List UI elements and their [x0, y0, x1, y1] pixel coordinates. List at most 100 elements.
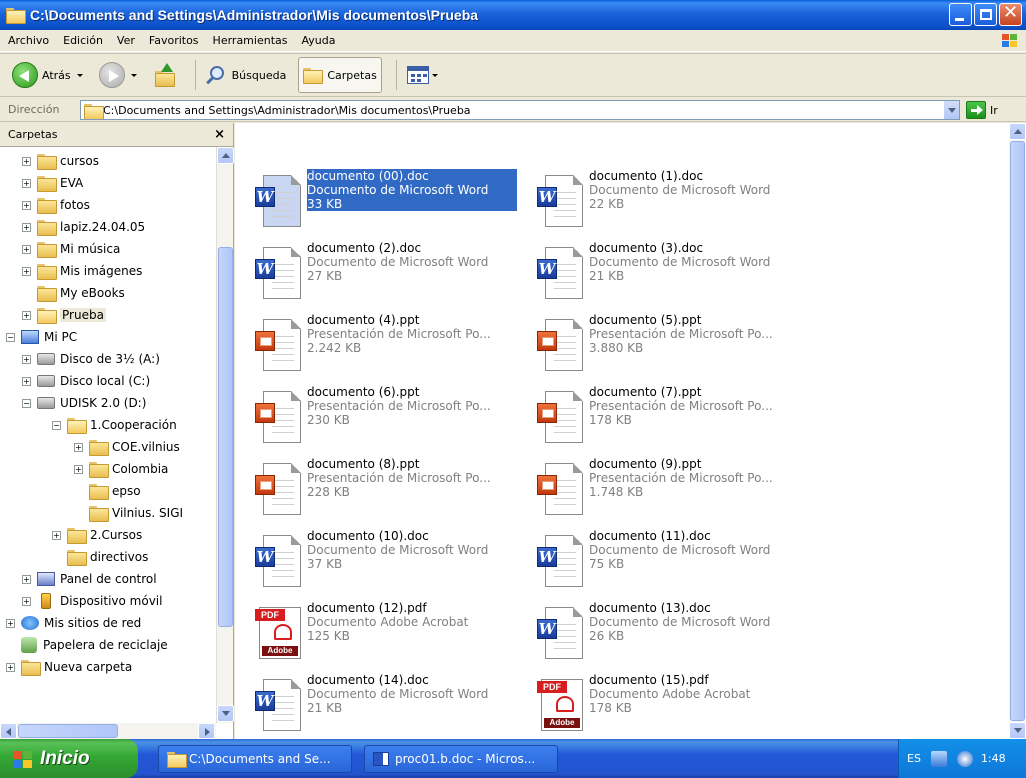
- file-item-ppt-09[interactable]: documento (9).ppt Presentación de Microso…: [529, 457, 799, 521]
- expand-icon[interactable]: +: [6, 662, 15, 672]
- tree-item-dispositivo-movil[interactable]: + Dispositivo móvil: [22, 590, 162, 612]
- file-item-ppt-05[interactable]: documento (5).ppt Presentación de Microso…: [529, 313, 799, 377]
- file-item-doc-13[interactable]: W documento (13).doc Documento de Microso…: [529, 601, 799, 665]
- tree-item-mi-musica[interactable]: + Mi música: [22, 238, 120, 260]
- scroll-thumb[interactable]: [18, 724, 118, 738]
- tree-item-my-ebooks[interactable]: My eBooks: [22, 282, 125, 304]
- collapse-icon[interactable]: −: [52, 420, 61, 430]
- network-icon[interactable]: [930, 750, 947, 767]
- menu-ayuda[interactable]: Ayuda: [301, 34, 335, 47]
- collapse-icon[interactable]: −: [6, 332, 15, 342]
- title-bar[interactable]: C:\Documents and Settings\Administrador\…: [0, 0, 1026, 30]
- tree-item-epso[interactable]: epso: [74, 480, 141, 502]
- powerpoint-document-icon: [255, 391, 301, 445]
- expand-icon[interactable]: +: [22, 178, 31, 188]
- back-button[interactable]: Atrás: [8, 57, 87, 93]
- menu-herramientas[interactable]: Herramientas: [213, 34, 288, 47]
- expand-icon[interactable]: +: [22, 156, 31, 166]
- address-dropdown-button[interactable]: [943, 101, 959, 119]
- expand-icon[interactable]: +: [6, 618, 15, 628]
- expand-icon[interactable]: +: [22, 244, 31, 254]
- up-folder-button[interactable]: [149, 57, 181, 93]
- taskbar-item-explorer[interactable]: C:\Documents and Se...: [158, 745, 352, 773]
- word-document-icon: W: [255, 175, 301, 229]
- file-item-ppt-08[interactable]: documento (8).ppt Presentación de Microso…: [247, 457, 517, 521]
- address-input[interactable]: C:\Documents and Settings\Administrador\…: [80, 100, 960, 120]
- tree-item-nueva-carpeta[interactable]: + Nueva carpeta: [6, 656, 132, 678]
- taskbar-item-word[interactable]: proc01.b.doc - Micros...: [364, 745, 558, 773]
- go-button[interactable]: Ir: [966, 101, 998, 119]
- expand-icon[interactable]: +: [22, 354, 31, 364]
- file-item-ppt-04[interactable]: documento (4).ppt Presentación de Microso…: [247, 313, 517, 377]
- file-item-doc-10[interactable]: W documento (10).doc Documento de Microso…: [247, 529, 517, 593]
- expand-icon[interactable]: +: [22, 222, 31, 232]
- tree-item-vilnius-sigi[interactable]: Vilnius. SIGI: [74, 502, 183, 524]
- file-item-pdf-12[interactable]: Adobe PDF documento (12).pdf Documento Ad…: [247, 601, 517, 665]
- file-item-doc-14[interactable]: W documento (14).doc Documento de Microso…: [247, 673, 517, 737]
- tree-item-disco-local[interactable]: + Disco local (C:): [22, 370, 150, 392]
- tree-item-directivos[interactable]: directivos: [52, 546, 148, 568]
- scroll-up-button[interactable]: [1009, 123, 1026, 140]
- file-item-ppt-06[interactable]: documento (6).ppt Presentación de Microso…: [247, 385, 517, 449]
- menu-edicion[interactable]: Edición: [63, 34, 103, 47]
- file-item-doc-11[interactable]: W documento (11).doc Documento de Microso…: [529, 529, 799, 593]
- tree-item-fotos[interactable]: + fotos: [22, 194, 90, 216]
- file-item-doc-01[interactable]: W documento (1).doc Documento de Microsof…: [529, 169, 799, 233]
- maximize-button[interactable]: [974, 3, 997, 26]
- tree-item-papelera[interactable]: Papelera de reciclaje: [6, 634, 168, 656]
- expand-icon[interactable]: +: [22, 596, 31, 606]
- volume-icon[interactable]: [956, 750, 973, 767]
- tree-item-mi-pc[interactable]: − Mi PC: [6, 326, 77, 348]
- close-button[interactable]: ✕: [999, 2, 1022, 26]
- start-button[interactable]: Inicio: [0, 739, 138, 778]
- expand-icon[interactable]: +: [22, 266, 31, 276]
- tree-item-panel-control[interactable]: + Panel de control: [22, 568, 157, 590]
- tree-item-mis-imagenes[interactable]: + Mis imágenes: [22, 260, 142, 282]
- folders-vertical-scrollbar[interactable]: [216, 147, 234, 723]
- tree-item-eva[interactable]: + EVA: [22, 172, 83, 194]
- search-button[interactable]: Búsqueda: [202, 57, 291, 93]
- collapse-icon[interactable]: −: [22, 398, 31, 408]
- language-indicator[interactable]: ES: [907, 752, 921, 765]
- clock[interactable]: 1:48: [981, 752, 1006, 765]
- tree-item-cursos[interactable]: + cursos: [22, 150, 99, 172]
- scroll-thumb[interactable]: [1010, 141, 1025, 721]
- scroll-down-button[interactable]: [217, 705, 234, 722]
- expand-icon[interactable]: +: [22, 200, 31, 210]
- file-item-ppt-07[interactable]: documento (7).ppt Presentación de Microso…: [529, 385, 799, 449]
- tree-item-colombia[interactable]: + Colombia: [74, 458, 168, 480]
- scroll-up-button[interactable]: [217, 147, 234, 164]
- tree-item-udisk[interactable]: − UDISK 2.0 (D:): [22, 392, 146, 414]
- tree-item-cursos-2[interactable]: + 2.Cursos: [52, 524, 142, 546]
- expand-icon[interactable]: +: [22, 574, 31, 584]
- tree-item-floppy[interactable]: + Disco de 3½ (A:): [22, 348, 160, 370]
- expand-icon[interactable]: +: [74, 442, 83, 452]
- file-item-pdf-15[interactable]: Adobe PDF documento (15).pdf Documento Ad…: [529, 673, 799, 737]
- folders-button[interactable]: Carpetas: [298, 57, 382, 93]
- expand-icon[interactable]: +: [22, 310, 31, 320]
- forward-button[interactable]: [95, 57, 141, 93]
- expand-icon[interactable]: +: [52, 530, 61, 540]
- tree-item-sitios-red[interactable]: + Mis sitios de red: [6, 612, 141, 634]
- close-pane-button[interactable]: ×: [214, 127, 225, 142]
- files-vertical-scrollbar[interactable]: [1009, 123, 1026, 739]
- menu-archivo[interactable]: Archivo: [8, 34, 49, 47]
- scroll-down-button[interactable]: [1009, 722, 1026, 739]
- tree-item-coe-vilnius[interactable]: + COE.vilnius: [74, 436, 180, 458]
- scroll-right-button[interactable]: [198, 723, 215, 739]
- expand-icon[interactable]: +: [74, 464, 83, 474]
- expand-icon[interactable]: +: [22, 376, 31, 386]
- views-button[interactable]: [403, 57, 442, 93]
- scroll-thumb[interactable]: [218, 247, 233, 627]
- menu-ver[interactable]: Ver: [117, 34, 135, 47]
- scroll-left-button[interactable]: [0, 723, 17, 739]
- tree-item-lapiz[interactable]: + lapiz.24.04.05: [22, 216, 145, 238]
- menu-favoritos[interactable]: Favoritos: [149, 34, 199, 47]
- file-item-doc-03[interactable]: W documento (3).doc Documento de Microsof…: [529, 241, 799, 305]
- file-item-doc-00[interactable]: W documento (00).doc Documento de Microso…: [247, 169, 517, 233]
- tree-item-cooperacion[interactable]: − 1.Cooperación: [52, 414, 177, 436]
- tree-item-prueba[interactable]: + Prueba: [22, 304, 106, 326]
- file-item-doc-02[interactable]: W documento (2).doc Documento de Microsof…: [247, 241, 517, 305]
- minimize-button[interactable]: [949, 3, 972, 26]
- folders-horizontal-scrollbar[interactable]: [0, 723, 216, 739]
